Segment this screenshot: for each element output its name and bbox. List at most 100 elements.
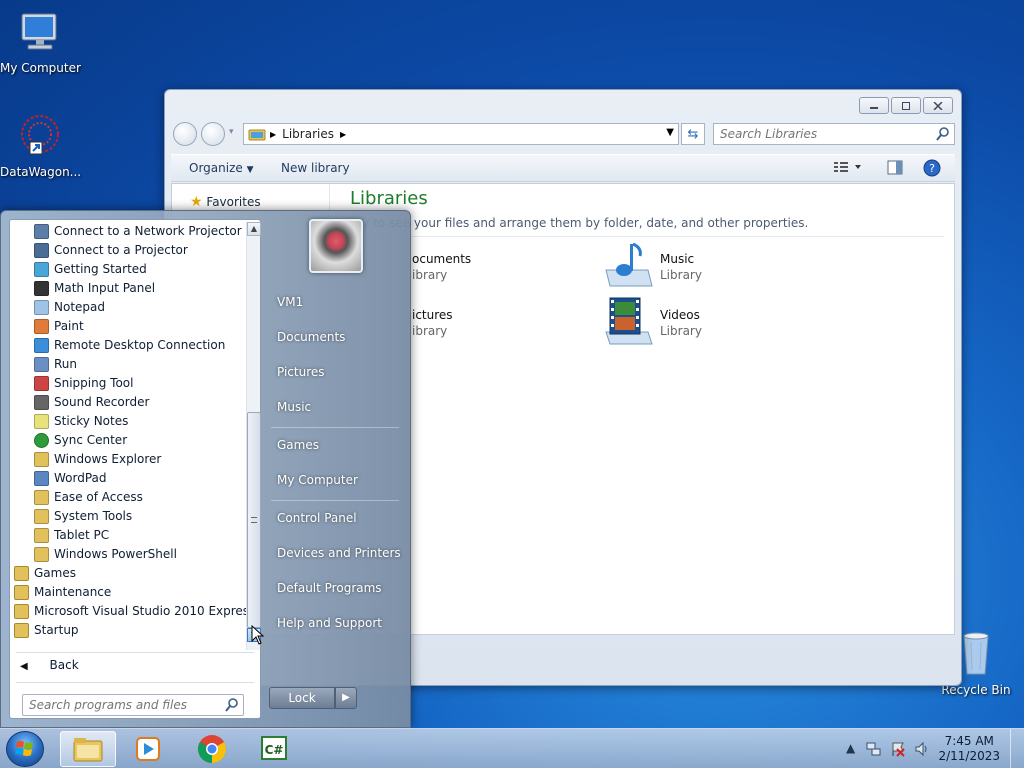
back-label: Back	[49, 658, 79, 672]
library-pictures[interactable]: ictures ibrary	[412, 308, 453, 338]
recent-pages-chevron-icon[interactable]: ▾	[229, 127, 234, 137]
start-link-music[interactable]: Music	[277, 400, 311, 414]
search-icon	[225, 698, 238, 712]
chevron-up-icon: ▲	[250, 224, 258, 233]
address-dropdown-icon[interactable]: ▼	[666, 127, 674, 138]
monitor-icon	[34, 243, 49, 258]
program-label: Run	[54, 357, 78, 371]
start-button[interactable]	[6, 731, 44, 767]
view-options-icon[interactable]	[833, 159, 863, 178]
action-center-flag-icon[interactable]	[890, 741, 906, 757]
library-videos[interactable]: Videos Library	[604, 296, 702, 345]
start-search-box[interactable]	[22, 694, 244, 716]
scroll-thumb[interactable]	[247, 412, 261, 628]
maximize-button[interactable]	[891, 97, 921, 114]
show-desktop-button[interactable]	[1010, 729, 1024, 768]
close-button[interactable]	[923, 97, 953, 114]
program-item[interactable]: Notepad	[10, 298, 246, 317]
program-item[interactable]: Sticky Notes	[10, 412, 246, 431]
scroll-up-button[interactable]: ▲	[247, 222, 261, 236]
programs-scrollbar[interactable]: ▲ ▼	[246, 222, 261, 650]
shutdown-options-button[interactable]: ▶	[335, 687, 357, 709]
start-link-devices[interactable]: Devices and Printers	[277, 546, 401, 560]
program-item[interactable]: Sync Center	[10, 431, 246, 450]
program-item[interactable]: Snipping Tool	[10, 374, 246, 393]
breadcrumb-libraries[interactable]: Libraries	[282, 127, 334, 141]
program-item[interactable]: Connect to a Network Projector	[10, 222, 246, 241]
program-label: Getting Started	[54, 262, 147, 276]
library-name: ocuments	[412, 252, 472, 266]
program-label: WordPad	[54, 471, 107, 485]
grip-icon	[251, 517, 257, 523]
start-link-computer[interactable]: My Computer	[277, 473, 358, 487]
start-link-default-programs[interactable]: Default Programs	[277, 581, 382, 595]
chevron-right-icon: ▶	[342, 692, 350, 703]
taskbar-explorer[interactable]	[60, 731, 116, 767]
maximize-icon	[902, 101, 910, 110]
preview-pane-icon[interactable]	[887, 160, 903, 179]
refresh-button[interactable]: ⇆	[681, 123, 705, 145]
program-item[interactable]: Windows Explorer	[10, 450, 246, 469]
program-folder-item[interactable]: Games	[10, 564, 246, 583]
nav-item-label: Favorites	[206, 195, 261, 209]
back-button[interactable]: ◀ Back	[20, 658, 79, 672]
run-icon	[34, 357, 49, 372]
address-bar[interactable]: ▶ Libraries ▶ ▼	[243, 123, 679, 145]
program-item[interactable]: Windows PowerShell	[10, 545, 246, 564]
program-item[interactable]: Remote Desktop Connection	[10, 336, 246, 355]
program-item[interactable]: Sound Recorder	[10, 393, 246, 412]
program-folder-item[interactable]: Startup	[10, 621, 246, 640]
desktop-icon-my-computer[interactable]: My Computer	[0, 8, 81, 75]
library-music[interactable]: Music Library	[604, 240, 702, 287]
start-link-user[interactable]: VM1	[277, 295, 303, 309]
program-label: Notepad	[54, 300, 105, 314]
program-folder-item[interactable]: Microsoft Visual Studio 2010 Express	[10, 602, 255, 621]
folder-icon	[14, 623, 29, 638]
program-folder-item[interactable]: Maintenance	[10, 583, 246, 602]
library-name: Videos	[660, 308, 700, 322]
breadcrumb-arrow-icon[interactable]: ▶	[340, 130, 346, 139]
start-link-pictures[interactable]: Pictures	[277, 365, 325, 379]
taskbar-visual-csharp[interactable]: C#	[246, 731, 302, 767]
lock-button[interactable]: Lock	[269, 687, 335, 709]
help-icon[interactable]: ?	[923, 159, 941, 180]
program-item[interactable]: Ease of Access	[10, 488, 246, 507]
network-icon[interactable]	[866, 741, 882, 757]
program-label: Sticky Notes	[54, 414, 129, 428]
library-documents[interactable]: ocuments ibrary	[412, 252, 471, 282]
forward-nav-button[interactable]	[201, 122, 225, 146]
new-library-button[interactable]: New library	[281, 161, 350, 175]
desktop-icon-datawagon[interactable]: DataWagon...	[0, 112, 81, 179]
breadcrumb-arrow-icon[interactable]: ▶	[270, 130, 276, 139]
library-search-input[interactable]	[720, 124, 930, 144]
program-item[interactable]: Run	[10, 355, 246, 374]
library-search-box[interactable]	[713, 123, 955, 145]
start-search-input[interactable]	[29, 695, 219, 715]
program-item[interactable]: Tablet PC	[10, 526, 246, 545]
program-label: Remote Desktop Connection	[54, 338, 226, 352]
taskbar-media-player[interactable]	[120, 731, 176, 767]
start-link-documents[interactable]: Documents	[277, 330, 345, 344]
program-label: Math Input Panel	[54, 281, 156, 295]
program-item[interactable]: Math Input Panel	[10, 279, 246, 298]
avatar[interactable]	[309, 219, 363, 273]
program-item[interactable]: Paint	[10, 317, 246, 336]
organize-button[interactable]: Organize ▼	[189, 161, 254, 175]
show-hidden-icons-icon[interactable]: ▲	[846, 741, 855, 755]
start-link-games[interactable]: Games	[277, 438, 319, 452]
nav-item-favorites[interactable]: ★ Favorites	[190, 194, 261, 210]
start-link-control-panel[interactable]: Control Panel	[277, 511, 357, 525]
start-link-help[interactable]: Help and Support	[277, 616, 382, 630]
program-item[interactable]: Getting Started	[10, 260, 246, 279]
program-item[interactable]: Connect to a Projector	[10, 241, 246, 260]
system-clock[interactable]: 7:45 AM 2/11/2023	[938, 734, 1000, 764]
divider	[16, 652, 254, 653]
program-label: Connect to a Network Projector	[54, 224, 242, 238]
minimize-button[interactable]	[859, 97, 889, 114]
program-item[interactable]: System Tools	[10, 507, 246, 526]
video-film-icon	[605, 297, 653, 345]
volume-icon[interactable]	[914, 741, 930, 757]
back-nav-button[interactable]	[173, 122, 197, 146]
program-item[interactable]: WordPad	[10, 469, 246, 488]
taskbar-chrome[interactable]	[184, 731, 240, 767]
